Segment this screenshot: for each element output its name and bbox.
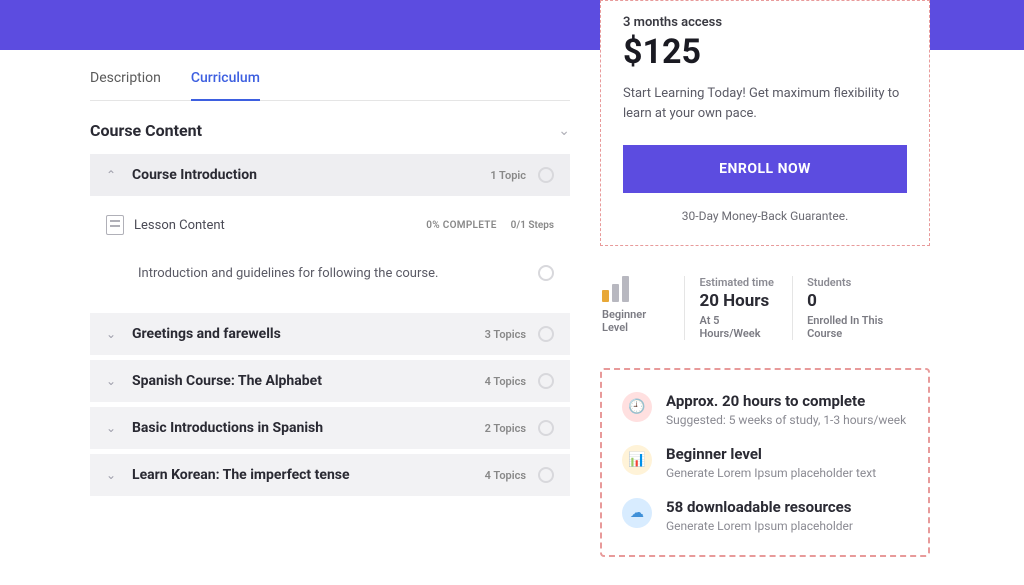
section-title: Course Introduction (132, 167, 490, 183)
section-row[interactable]: ⌃ Course Introduction 1 Topic (90, 154, 570, 196)
highlights-card: 🕘 Approx. 20 hours to complete Suggested… (600, 368, 930, 557)
section-row[interactable]: ⌄ Spanish Course: The Alphabet 4 Topics (90, 360, 570, 402)
students-value: 0 (807, 291, 914, 311)
chevron-up-icon: ⌃ (106, 168, 118, 182)
status-indicator (538, 167, 554, 183)
chevron-down-icon: ⌄ (106, 468, 118, 482)
section-meta: 1 Topic (490, 169, 526, 182)
level-bars-icon (602, 276, 670, 302)
tab-curriculum[interactable]: Curriculum (191, 70, 260, 86)
highlight-title: Approx. 20 hours to complete (666, 392, 906, 410)
section-meta: 3 Topics (485, 328, 526, 341)
tab-description[interactable]: Description (90, 70, 161, 86)
lesson-steps: 0/1 Steps (511, 220, 554, 231)
students-label: Students (807, 276, 914, 289)
lesson-description: Introduction and guidelines for followin… (138, 266, 538, 281)
download-icon: ☁ (622, 498, 652, 528)
students-sub: Enrolled In This Course (807, 314, 914, 340)
status-indicator (538, 326, 554, 342)
highlight-sub: Suggested: 5 weeks of study, 1-3 hours/w… (666, 413, 906, 427)
estimated-time-label: Estimated time (699, 276, 778, 289)
section-meta: 4 Topics (485, 375, 526, 388)
level-icon: 📊 (622, 445, 652, 475)
chevron-down-icon: ⌄ (106, 327, 118, 341)
chevron-down-icon: ⌄ (558, 123, 570, 139)
section-row[interactable]: ⌄ Basic Introductions in Spanish 2 Topic… (90, 407, 570, 449)
section-title: Basic Introductions in Spanish (132, 420, 485, 436)
section-title: Greetings and farewells (132, 326, 485, 342)
start-text: Start Learning Today! Get maximum flexib… (623, 84, 907, 123)
content-title: Course Content (90, 121, 202, 140)
price: $125 (623, 32, 907, 72)
section-meta: 4 Topics (485, 469, 526, 482)
access-term: 3 months access (623, 15, 907, 30)
section-row[interactable]: ⌄ Greetings and farewells 3 Topics (90, 313, 570, 355)
estimated-time-sub: At 5 Hours/Week (699, 314, 778, 340)
stats-row: Beginner Level Estimated time 20 Hours A… (600, 276, 930, 340)
chevron-down-icon: ⌄ (106, 421, 118, 435)
status-indicator (538, 265, 554, 281)
estimated-time-value: 20 Hours (699, 291, 778, 311)
status-indicator (538, 373, 554, 389)
lesson-panel: Lesson Content 0% COMPLETE 0/1 Steps Int… (90, 201, 570, 313)
highlight-sub: Generate Lorem Ipsum placeholder (666, 519, 853, 533)
highlight-sub: Generate Lorem Ipsum placeholder text (666, 466, 876, 480)
level-label: Beginner Level (602, 308, 670, 334)
enroll-button[interactable]: ENROLL NOW (623, 145, 907, 193)
status-indicator (538, 420, 554, 436)
highlight-row: ☁ 58 downloadable resources Generate Lor… (622, 498, 908, 533)
section-title: Spanish Course: The Alphabet (132, 373, 485, 389)
guarantee: 30-Day Money-Back Guarantee. (623, 209, 907, 223)
highlight-title: Beginner level (666, 445, 876, 463)
chevron-down-icon: ⌄ (106, 374, 118, 388)
lesson-progress: 0% COMPLETE (426, 220, 496, 231)
section-title: Learn Korean: The imperfect tense (132, 467, 485, 483)
highlight-row: 📊 Beginner level Generate Lorem Ipsum pl… (622, 445, 908, 480)
clock-icon: 🕘 (622, 392, 652, 422)
price-card: 3 months access $125 Start Learning Toda… (600, 0, 930, 246)
lesson-title: Lesson Content (134, 218, 426, 233)
tabs: Description Curriculum (90, 70, 570, 101)
content-header[interactable]: Course Content ⌄ (90, 121, 570, 140)
document-icon (106, 215, 124, 235)
section-meta: 2 Topics (485, 422, 526, 435)
highlight-row: 🕘 Approx. 20 hours to complete Suggested… (622, 392, 908, 427)
status-indicator (538, 467, 554, 483)
highlight-title: 58 downloadable resources (666, 498, 853, 516)
section-row[interactable]: ⌄ Learn Korean: The imperfect tense 4 To… (90, 454, 570, 496)
